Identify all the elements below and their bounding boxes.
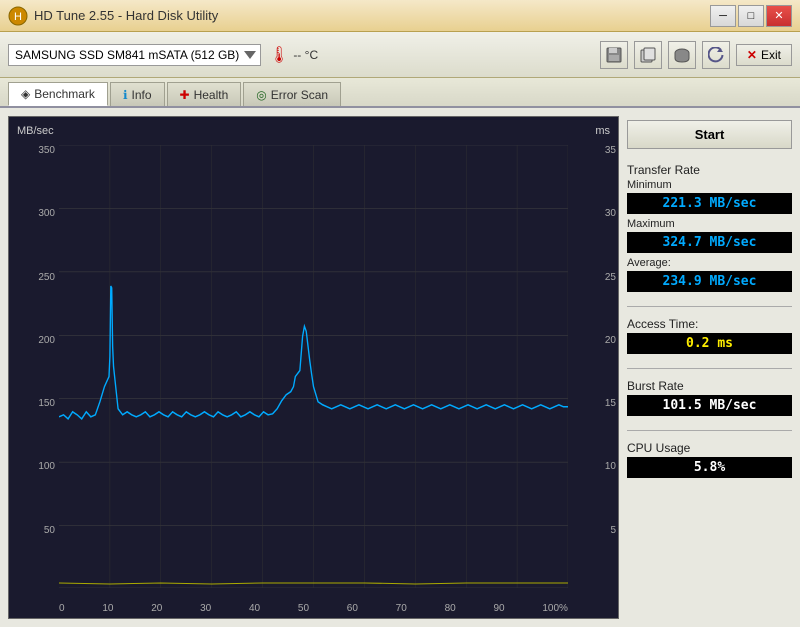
x-10: 10 — [102, 603, 113, 614]
x-60: 60 — [347, 603, 358, 614]
title-bar: H HD Tune 2.55 - Hard Disk Utility ─ □ ✕ — [0, 0, 800, 32]
tab-health[interactable]: ✚ Health — [167, 82, 242, 106]
y-right-25: 25 — [605, 272, 616, 283]
y-left-250: 250 — [38, 272, 55, 283]
title-bar-left: H HD Tune 2.55 - Hard Disk Utility — [8, 6, 218, 26]
y-right-30: 30 — [605, 208, 616, 219]
access-time-label: Access Time: — [627, 317, 792, 331]
health-tab-label: Health — [194, 88, 229, 102]
x-20: 20 — [151, 603, 162, 614]
cpu-usage-value: 5.8% — [627, 457, 792, 478]
minimum-value: 221.3 MB/sec — [627, 193, 792, 214]
maximize-button[interactable]: □ — [738, 5, 764, 27]
tab-errorscan[interactable]: ◎ Error Scan — [243, 82, 341, 106]
transfer-rate-label: Transfer Rate — [627, 163, 792, 177]
start-button[interactable]: Start — [627, 120, 792, 149]
y-left-200: 200 — [38, 335, 55, 346]
y-left-350: 350 — [38, 145, 55, 156]
divider-1 — [627, 306, 792, 307]
chart-area: MB/sec ms 350 300 250 200 150 100 50 35 … — [8, 116, 619, 619]
info-tab-icon: ℹ — [123, 88, 128, 102]
average-value: 234.9 MB/sec — [627, 271, 792, 292]
y-right-5: 5 — [610, 525, 616, 536]
toolbar: SAMSUNG SSD SM841 mSATA (512 GB) 🌡 -- °C… — [0, 32, 800, 78]
info-tab-label: Info — [132, 88, 152, 102]
disk-select-container: SAMSUNG SSD SM841 mSATA (512 GB) — [8, 44, 261, 66]
exit-text: Exit — [761, 48, 781, 62]
y-right-15: 15 — [605, 398, 616, 409]
tab-benchmark[interactable]: ◈ Benchmark — [8, 82, 108, 106]
chart-svg-container — [59, 145, 568, 588]
refresh-icon-btn[interactable] — [702, 41, 730, 69]
window-title: HD Tune 2.55 - Hard Disk Utility — [34, 8, 218, 23]
copy-icon-btn[interactable] — [634, 41, 662, 69]
transfer-rate-section: Transfer Rate Minimum 221.3 MB/sec Maxim… — [627, 163, 792, 292]
health-tab-icon: ✚ — [180, 88, 190, 102]
y-right-10: 10 — [605, 461, 616, 472]
average-label: Average: — [627, 257, 792, 269]
x-0: 0 — [59, 603, 65, 614]
disk-icon-btn[interactable] — [668, 41, 696, 69]
x-30: 30 — [200, 603, 211, 614]
right-axis: 35 30 25 20 15 10 5 — [605, 145, 616, 588]
toolbar-icons: ✕ Start Exit — [600, 41, 792, 69]
cpu-usage-label: CPU Usage — [627, 441, 792, 455]
tabs-bar: ◈ Benchmark ℹ Info ✚ Health ◎ Error Scan — [0, 78, 800, 108]
x-40: 40 — [249, 603, 260, 614]
minimize-button[interactable]: ─ — [710, 5, 736, 27]
close-button[interactable]: ✕ — [766, 5, 792, 27]
temp-display: 🌡 -- °C — [269, 45, 318, 65]
y-left-300: 300 — [38, 208, 55, 219]
left-axis: 350 300 250 200 150 100 50 — [11, 145, 55, 588]
exit-button[interactable]: ✕ Start Exit — [736, 44, 792, 66]
benchmark-tab-icon: ◈ — [21, 87, 30, 101]
cpu-usage-section: CPU Usage 5.8% — [627, 441, 792, 478]
y-left-150: 150 — [38, 398, 55, 409]
burst-rate-section: Burst Rate 101.5 MB/sec — [627, 379, 792, 416]
access-time-section: Access Time: 0.2 ms — [627, 317, 792, 354]
maximum-value: 324.7 MB/sec — [627, 232, 792, 253]
x-100: 100% — [542, 603, 568, 614]
burst-rate-label: Burst Rate — [627, 379, 792, 393]
access-time-value: 0.2 ms — [627, 333, 792, 354]
benchmark-chart — [59, 145, 568, 588]
minimum-label: Minimum — [627, 179, 792, 191]
burst-rate-value: 101.5 MB/sec — [627, 395, 792, 416]
x-70: 70 — [396, 603, 407, 614]
bottom-axis: 0 10 20 30 40 50 60 70 80 90 100% — [59, 603, 568, 614]
disk-select[interactable]: SAMSUNG SSD SM841 mSATA (512 GB) — [8, 44, 261, 66]
x-50: 50 — [298, 603, 309, 614]
y-left-100: 100 — [38, 461, 55, 472]
y-right-20: 20 — [605, 335, 616, 346]
right-panel: Start Transfer Rate Minimum 221.3 MB/sec… — [627, 116, 792, 619]
exit-x: ✕ — [747, 48, 757, 62]
benchmark-tab-label: Benchmark — [34, 87, 95, 101]
y-left-50: 50 — [44, 525, 55, 536]
save-icon-btn[interactable] — [600, 41, 628, 69]
chart-ylabel-left: MB/sec — [17, 125, 54, 137]
x-80: 80 — [445, 603, 456, 614]
errorscan-tab-label: Error Scan — [271, 88, 328, 102]
thermometer-icon: 🌡 — [269, 45, 289, 65]
y-right-35: 35 — [605, 145, 616, 156]
divider-2 — [627, 368, 792, 369]
errorscan-tab-icon: ◎ — [256, 88, 266, 102]
main-content: MB/sec ms 350 300 250 200 150 100 50 35 … — [0, 108, 800, 627]
chart-ylabel-right: ms — [595, 125, 610, 137]
x-90: 90 — [493, 603, 504, 614]
svg-text:H: H — [14, 11, 22, 23]
app-icon: H — [8, 6, 28, 26]
divider-3 — [627, 430, 792, 431]
tab-info[interactable]: ℹ Info — [110, 82, 165, 106]
maximum-label: Maximum — [627, 218, 792, 230]
window-controls: ─ □ ✕ — [710, 5, 792, 27]
temp-value: -- °C — [293, 48, 318, 62]
